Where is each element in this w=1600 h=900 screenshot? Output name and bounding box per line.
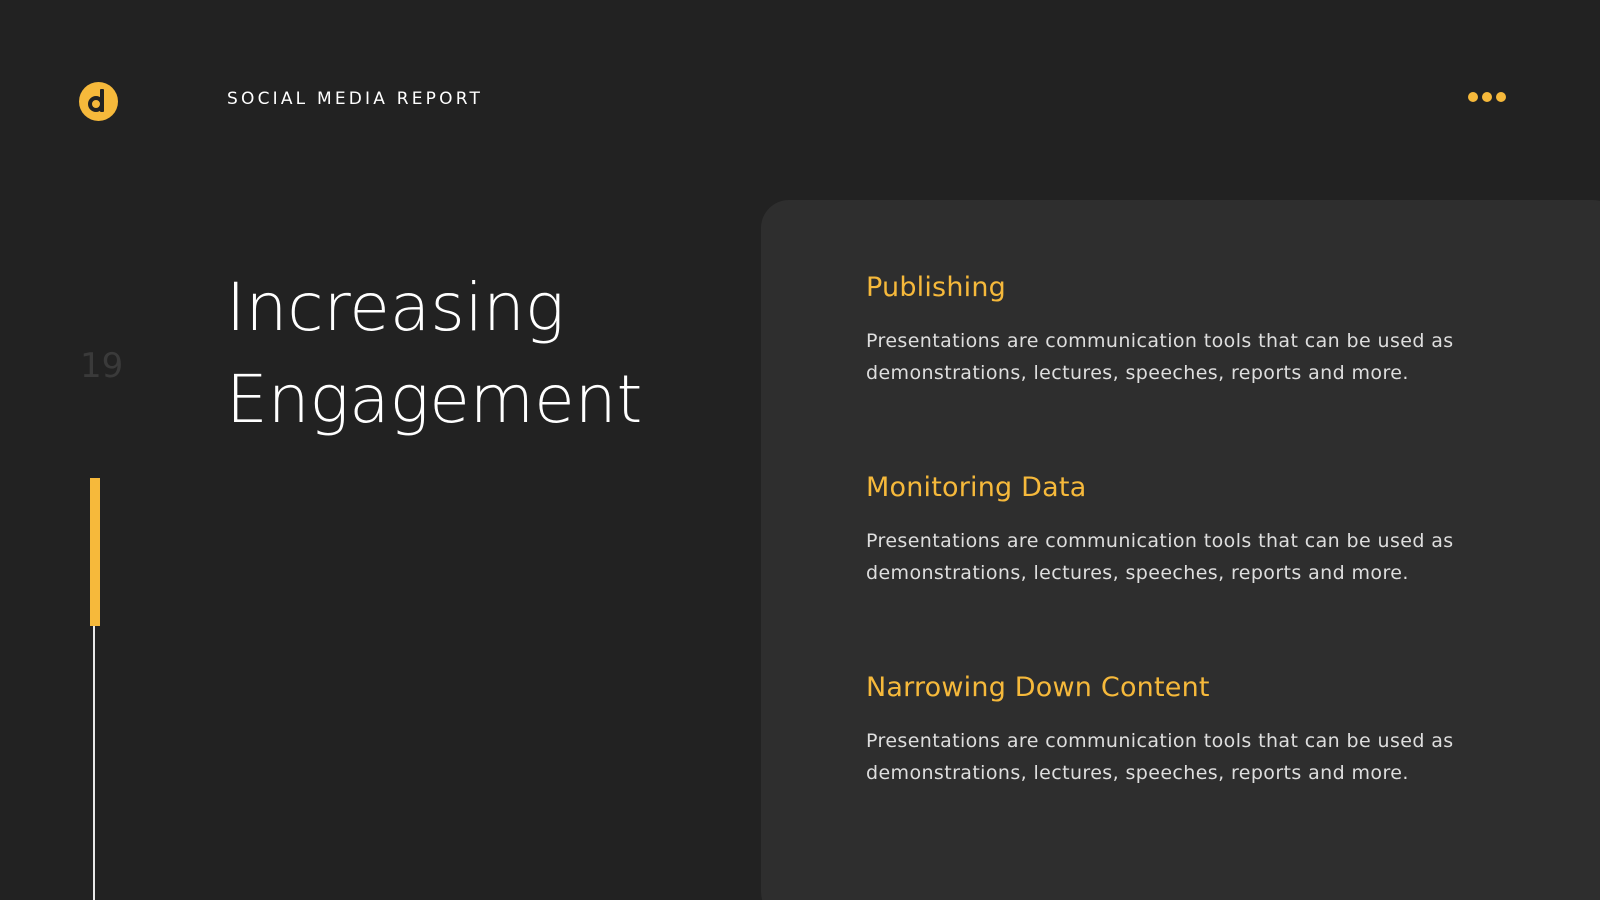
brand-logo-icon bbox=[79, 82, 118, 121]
section-monitoring-data: Monitoring Data Presentations are commun… bbox=[866, 472, 1506, 589]
section-heading: Monitoring Data bbox=[866, 472, 1087, 503]
timeline-progress bbox=[90, 478, 100, 626]
page-title: Increasing Engagement bbox=[226, 262, 706, 446]
section-heading: Narrowing Down Content bbox=[866, 672, 1210, 703]
section-body: Presentations are communication tools th… bbox=[866, 330, 1454, 384]
section-body: Presentations are communication tools th… bbox=[866, 530, 1454, 584]
page-title-line-2: Engagement bbox=[226, 361, 643, 438]
page-title-line-1: Increasing bbox=[226, 269, 565, 346]
section-narrowing-down-content: Narrowing Down Content Presentations are… bbox=[866, 672, 1506, 789]
slide: SOCIAL MEDIA REPORT 19 Increasing Engage… bbox=[0, 0, 1600, 900]
section-body: Presentations are communication tools th… bbox=[866, 730, 1454, 784]
section-heading: Publishing bbox=[866, 272, 1006, 303]
report-title: SOCIAL MEDIA REPORT bbox=[227, 89, 484, 109]
section-publishing: Publishing Presentations are communicati… bbox=[866, 272, 1506, 389]
page-number: 19 bbox=[80, 346, 124, 386]
more-dots-icon[interactable] bbox=[1468, 88, 1512, 106]
